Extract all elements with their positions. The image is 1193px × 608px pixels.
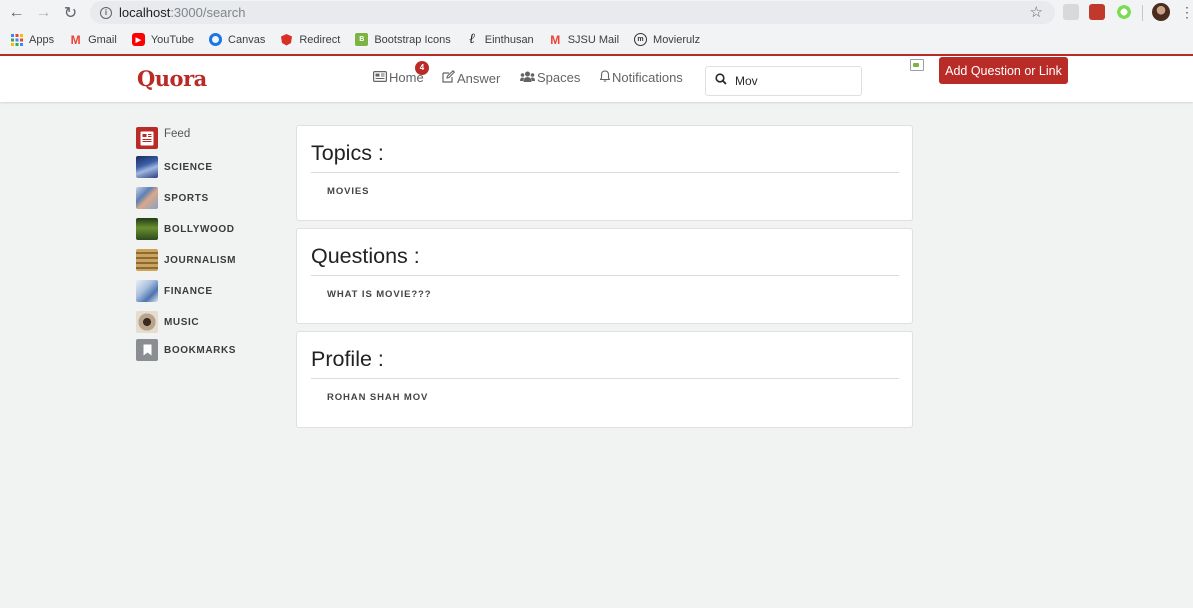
forward-arrow-icon[interactable]: →: [30, 0, 57, 25]
sidebar-item-label: FINANCE: [164, 285, 213, 297]
nav-answer[interactable]: Answer: [442, 70, 500, 86]
reload-icon[interactable]: ↻: [57, 0, 84, 25]
sidebar-item-journalism[interactable]: JOURNALISM: [136, 249, 236, 271]
profile-result-link[interactable]: ROHAN SHAH MOV: [327, 392, 428, 403]
edit-icon: [442, 70, 456, 86]
search-field[interactable]: [705, 66, 862, 96]
browser-toolbar: ← → ↻ i localhost:3000/search ☆ ⋮: [0, 0, 1193, 25]
bookmark-label: Bootstrap Icons: [374, 33, 451, 46]
apps-grid-icon: [10, 33, 23, 46]
bookmark-label: YouTube: [150, 33, 195, 46]
nav-spaces[interactable]: Spaces: [520, 70, 580, 85]
bookmark-youtube[interactable]: ▶ YouTube: [131, 33, 195, 46]
bookmark-label: SJSU Mail: [567, 33, 620, 46]
bookmark-redirect[interactable]: Redirect: [280, 33, 340, 46]
profile-heading: Profile :: [311, 347, 384, 371]
science-thumbnail-icon: [136, 156, 158, 178]
topics-heading: Topics :: [311, 141, 384, 165]
question-result-link[interactable]: WHAT IS MOVIE???: [327, 289, 431, 300]
sidebar-item-label: MUSIC: [164, 316, 200, 328]
sidebar-item-label: JOURNALISM: [164, 254, 237, 266]
finance-thumbnail-icon: [136, 280, 158, 302]
sidebar-item-bollywood[interactable]: BOLLYWOOD: [136, 218, 235, 240]
bookmark-label: Einthusan: [484, 33, 534, 46]
sidebar-item-music[interactable]: MUSIC: [136, 311, 199, 333]
app-header: Quora Home 4 Answer Spaces Notifications…: [0, 54, 1193, 102]
nav-answer-label: Answer: [457, 70, 501, 86]
bookmarks-bar: Apps M Gmail ▶ YouTube Canvas Redirect B…: [0, 25, 1193, 54]
toolbar-divider: [1142, 5, 1143, 21]
questions-card: Questions : WHAT IS MOVIE???: [296, 228, 913, 324]
sidebar-item-label: BOOKMARKS: [164, 344, 237, 356]
nav-spaces-label: Spaces: [537, 70, 581, 85]
topics-card: Topics : MOVIES: [296, 125, 913, 221]
sidebar-item-finance[interactable]: FINANCE: [136, 280, 213, 302]
sidebar-item-label: SCIENCE: [164, 161, 213, 173]
sidebar-item-sports[interactable]: SPORTS: [136, 187, 209, 209]
bookmark-apps[interactable]: Apps: [10, 33, 54, 46]
bookmark-gmail[interactable]: M Gmail: [69, 32, 117, 47]
bookmark-label: Redirect: [299, 33, 341, 46]
bookmark-label: Canvas: [228, 33, 266, 46]
nav-notifications[interactable]: Notifications: [599, 70, 683, 85]
bookmark-label: Movierulz: [653, 33, 701, 46]
bookmark-movierulz[interactable]: m Movierulz: [634, 33, 700, 46]
topic-result-link[interactable]: MOVIES: [327, 186, 369, 197]
bookmark-einthusan[interactable]: ℓ Einthusan: [466, 31, 534, 47]
extension-red-icon[interactable]: [1089, 4, 1105, 20]
broken-image-icon: [910, 59, 924, 71]
bell-icon: [599, 70, 611, 85]
users-icon: [520, 70, 535, 85]
quora-logo[interactable]: Quora: [137, 66, 207, 91]
feed-icon: [136, 127, 158, 149]
sports-thumbnail-icon: [136, 187, 158, 209]
profile-avatar-icon[interactable]: [1152, 3, 1170, 21]
bookmark-canvas[interactable]: Canvas: [209, 33, 265, 46]
bookmark-sjsu-mail[interactable]: M SJSU Mail: [549, 32, 620, 47]
sidebar-item-science[interactable]: SCIENCE: [136, 156, 213, 178]
site-info-icon[interactable]: i: [100, 6, 112, 19]
sidebar-item-label: Feed: [164, 128, 191, 140]
bookmark-star-icon[interactable]: ☆: [1030, 3, 1043, 21]
divider: [311, 378, 899, 379]
nav-notifications-label: Notifications: [612, 70, 683, 85]
youtube-icon: ▶: [131, 33, 145, 46]
redirect-icon: [280, 33, 293, 46]
gmail-icon: M: [70, 32, 81, 47]
sidebar-item-label: BOLLYWOOD: [164, 223, 235, 235]
sidebar-item-bookmarks[interactable]: BOOKMARKS: [136, 339, 236, 361]
extension-k-icon[interactable]: [1063, 4, 1079, 20]
search-icon: [715, 72, 727, 90]
url-host: localhost: [119, 5, 171, 20]
sidebar-item-label: SPORTS: [164, 192, 209, 204]
bookmark-bootstrap-icons[interactable]: B Bootstrap Icons: [355, 33, 451, 46]
bookmark-label: Gmail: [88, 33, 117, 46]
movierulz-icon: m: [634, 33, 648, 46]
divider: [311, 275, 899, 276]
address-bar[interactable]: i localhost:3000/search ☆: [90, 1, 1055, 24]
back-arrow-icon[interactable]: ←: [3, 0, 30, 25]
sidebar-item-feed[interactable]: Feed: [136, 127, 190, 149]
home-icon: [373, 70, 388, 85]
bootstrap-icon: B: [355, 33, 369, 46]
url-path: :3000/search: [170, 5, 246, 20]
extension-green-icon[interactable]: [1116, 4, 1132, 20]
sjsu-mail-icon: M: [550, 32, 561, 47]
profile-card: Profile : ROHAN SHAH MOV: [296, 331, 913, 428]
einthusan-icon: ℓ: [469, 31, 476, 47]
music-thumbnail-icon: [136, 311, 158, 333]
canvas-icon: [209, 33, 223, 46]
add-question-button[interactable]: Add Question or Link: [939, 57, 1068, 84]
bookmark-icon: [136, 339, 158, 361]
search-input[interactable]: [735, 74, 845, 88]
divider: [311, 172, 899, 173]
questions-heading: Questions :: [311, 244, 420, 268]
bollywood-thumbnail-icon: [136, 218, 158, 240]
bookmark-label: Apps: [29, 33, 55, 46]
browser-menu-icon[interactable]: ⋮: [1180, 3, 1193, 21]
home-notification-badge: 4: [415, 61, 429, 75]
journalism-thumbnail-icon: [136, 249, 158, 271]
